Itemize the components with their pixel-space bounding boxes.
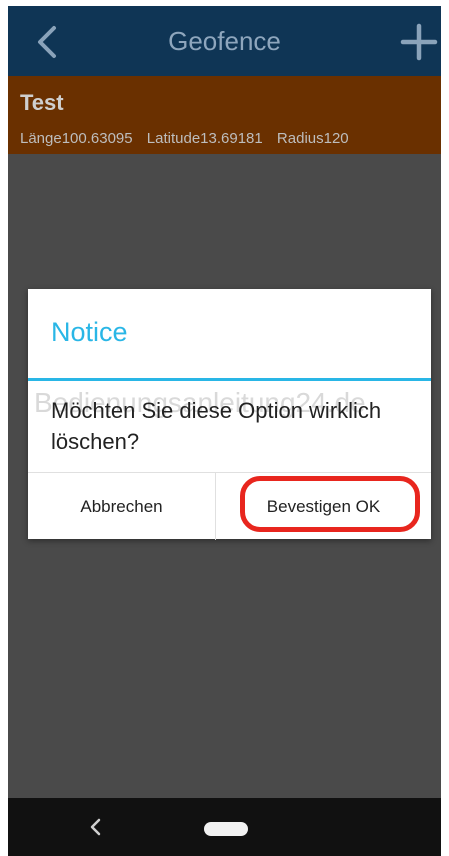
highlight-circle (240, 476, 420, 532)
nav-back-button[interactable] (88, 816, 104, 838)
nav-back-icon (90, 818, 101, 836)
geofence-name: Test (20, 90, 64, 115)
delete-confirm-dialog: Notice Bedienungsanleitung24.de Möchten … (28, 289, 431, 540)
longitude-value: Länge100.63095 (20, 130, 133, 147)
add-geofence-button[interactable] (397, 20, 441, 64)
dialog-title: Notice (51, 317, 128, 347)
latitude-value: Latitude13.69181 (146, 130, 263, 147)
geofence-list-item[interactable]: Test Länge100.63095 Latitude13.69181 Rad… (8, 76, 441, 154)
cancel-button[interactable]: Abbrechen (28, 473, 215, 540)
geofence-details: Länge100.63095 Latitude13.69181 Radius12… (20, 130, 359, 147)
page-title: Geofence (168, 26, 281, 56)
dialog-message: Möchten Sie diese Option wirklich lösche… (51, 398, 382, 454)
plus-icon (400, 23, 438, 61)
system-nav-bar (8, 798, 441, 856)
nav-home-icon[interactable] (204, 822, 248, 836)
dialog-divider (28, 378, 431, 381)
app-bar: Geofence (8, 6, 441, 76)
radius-value: Radius120 (276, 130, 349, 147)
phone-screen: Geofence Test Länge100.63095 Latitude13.… (8, 6, 441, 856)
